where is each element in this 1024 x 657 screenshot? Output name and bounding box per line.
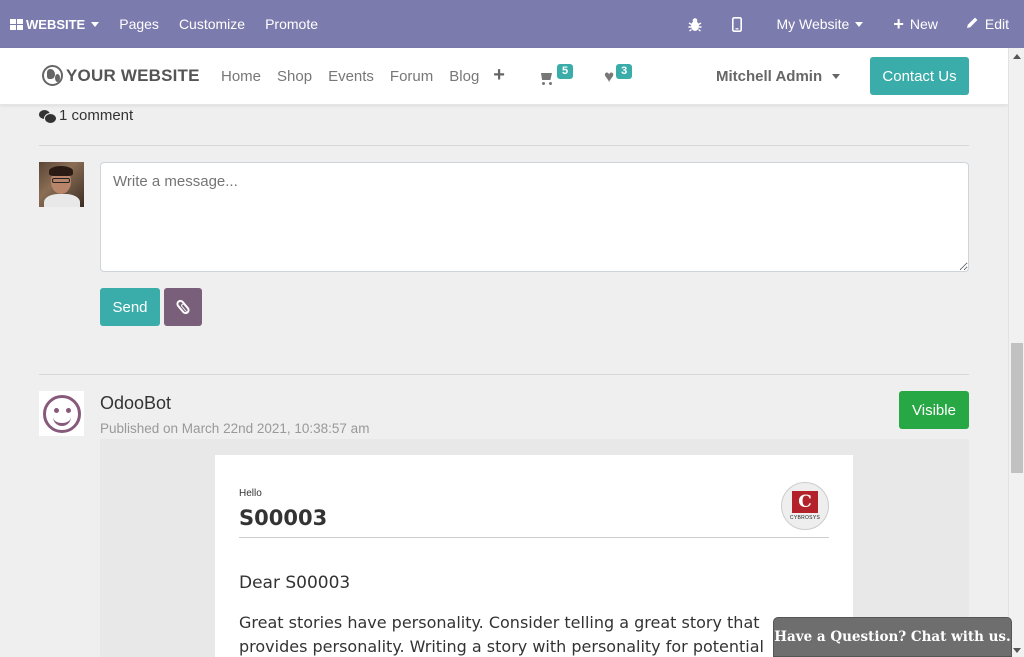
message-card: Hello S00003 C CYBROSYS Dear S00003 Grea… xyxy=(215,455,853,657)
user-menu[interactable]: Mitchell Admin xyxy=(716,48,841,105)
page-scrollbar[interactable] xyxy=(1008,48,1024,657)
card-paragraph: Great stories have personality. Consider… xyxy=(239,613,764,656)
message-author: OdooBot xyxy=(100,393,172,413)
message-input[interactable] xyxy=(100,162,969,272)
debug-bug-icon[interactable] xyxy=(674,0,716,48)
message-date: Published on March 22nd 2021, 10:38:57 a… xyxy=(100,421,370,436)
wishlist-link[interactable]: ♥ 3 xyxy=(604,64,633,86)
company-logo-text: CYBROSYS xyxy=(789,515,821,521)
chevron-down-icon xyxy=(855,21,864,27)
smiley-icon xyxy=(42,394,81,433)
edit-button[interactable]: Edit xyxy=(956,0,1024,48)
cart-count-badge: 5 xyxy=(557,64,574,79)
divider xyxy=(39,145,969,146)
user-name: Mitchell Admin xyxy=(716,68,823,85)
menu-item-blog[interactable]: Blog xyxy=(441,68,487,85)
admin-bar: WEBSITE Pages Customize Promote My Websi… xyxy=(0,0,1024,48)
apps-grid-icon xyxy=(10,18,23,30)
cart-icon xyxy=(538,71,555,85)
odoobot-avatar xyxy=(39,391,84,436)
contact-us-button[interactable]: Contact Us xyxy=(870,57,969,95)
cart-link[interactable]: 5 xyxy=(538,64,574,85)
menu-item-home[interactable]: Home xyxy=(213,68,269,85)
edit-label: Edit xyxy=(984,16,1009,32)
card-divider xyxy=(239,537,829,538)
main-menu: Home Shop Events Forum Blog + xyxy=(213,48,513,105)
promote-menu[interactable]: Promote xyxy=(255,0,328,48)
divider xyxy=(39,374,969,375)
new-label: New xyxy=(909,16,938,32)
new-button[interactable]: + New xyxy=(883,0,956,48)
pencil-icon xyxy=(966,16,979,32)
website-navbar: YOUR WEBSITE Home Shop Events Forum Blog… xyxy=(0,48,1008,105)
chevron-down-icon xyxy=(832,74,841,79)
add-menu-item-icon[interactable]: + xyxy=(487,64,513,87)
scroll-up-icon[interactable] xyxy=(1013,54,1021,59)
visibility-toggle-button[interactable]: Visible xyxy=(899,391,969,429)
plus-icon: + xyxy=(893,13,904,34)
scroll-down-icon[interactable] xyxy=(1013,648,1021,653)
menu-item-forum[interactable]: Forum xyxy=(382,68,441,85)
chevron-down-icon xyxy=(91,21,100,27)
livechat-button[interactable]: Have a Question? Chat with us. xyxy=(773,617,1012,657)
customize-menu[interactable]: Customize xyxy=(169,0,255,48)
comments-icon xyxy=(39,109,57,124)
card-greeting: Hello xyxy=(239,488,262,499)
attach-file-button[interactable] xyxy=(164,288,202,326)
company-logo-mark: C xyxy=(792,491,818,513)
send-button[interactable]: Send xyxy=(100,288,160,326)
wishlist-count-badge: 3 xyxy=(616,64,633,79)
scrollbar-thumb[interactable] xyxy=(1011,343,1023,473)
site-logo-text: YOUR WEBSITE xyxy=(66,65,200,85)
comment-count: 1 comment xyxy=(39,107,133,124)
menu-item-shop[interactable]: Shop xyxy=(269,68,320,85)
paperclip-icon xyxy=(174,298,192,316)
my-website-label: My Website xyxy=(776,16,850,32)
website-menu-label: WEBSITE xyxy=(26,16,86,32)
admin-bar-right: My Website + New Edit xyxy=(674,0,1024,48)
website-menu-button[interactable]: WEBSITE xyxy=(0,0,109,48)
card-order-code: S00003 xyxy=(239,506,328,530)
mobile-preview-icon[interactable] xyxy=(716,0,766,48)
globe-icon xyxy=(42,65,63,86)
menu-item-events[interactable]: Events xyxy=(320,68,382,85)
card-salutation: Dear S00003 xyxy=(239,573,351,593)
comment-count-label: 1 comment xyxy=(59,107,134,124)
pages-menu[interactable]: Pages xyxy=(109,0,169,48)
company-logo: C CYBROSYS xyxy=(781,482,829,530)
heart-icon: ♥ xyxy=(604,67,615,86)
my-website-dropdown[interactable]: My Website xyxy=(766,0,883,48)
avatar xyxy=(39,162,84,207)
site-logo[interactable]: YOUR WEBSITE xyxy=(42,65,200,86)
